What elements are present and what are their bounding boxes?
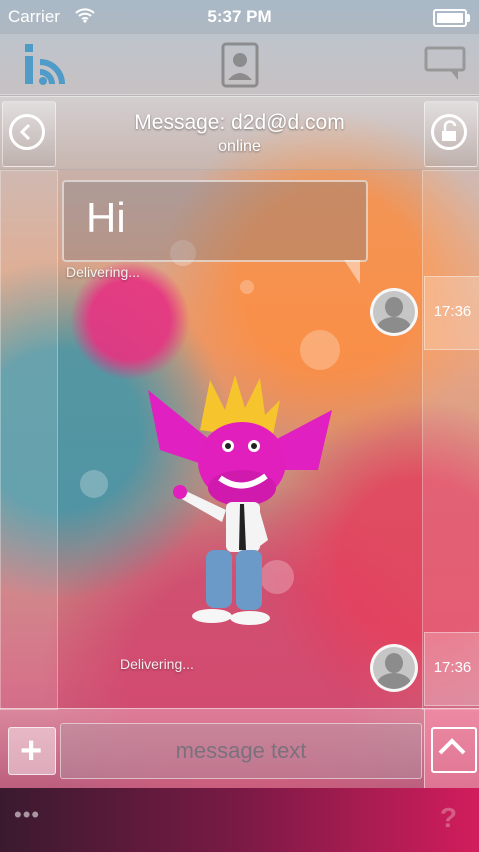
right-side-panel (422, 170, 479, 710)
help-button[interactable]: ? (440, 802, 457, 834)
contact-status: online (218, 138, 261, 155)
pink-creature-sticker[interactable] (140, 370, 340, 630)
chat-header: Message: d2d@d.com online (0, 96, 479, 170)
message-time-box: 17:36 (424, 632, 479, 706)
sender-avatar (370, 644, 418, 692)
plus-icon: + (20, 730, 43, 772)
bokeh (300, 330, 340, 370)
bokeh (80, 470, 108, 498)
delivery-status: Delivering... (66, 264, 140, 280)
sender-avatar (370, 288, 418, 336)
bokeh (240, 280, 254, 294)
top-navigation-bar (0, 34, 479, 95)
send-button[interactable] (424, 709, 479, 789)
message-time: 17:36 (433, 303, 472, 320)
bottom-toolbar: ••• ? (0, 788, 479, 852)
message-text: Hi (86, 194, 126, 241)
battery-icon (433, 9, 470, 27)
message-time-box: 17:36 (424, 276, 479, 350)
send-up-arrow-icon (431, 727, 477, 773)
message-bubble[interactable]: Hi (62, 180, 368, 284)
attach-button[interactable]: + (8, 727, 56, 775)
composer-bar: + message text (0, 708, 479, 789)
status-bar: Carrier 5:37 PM (0, 0, 479, 34)
message-time: 17:36 (433, 659, 472, 676)
bubble-tail (344, 260, 360, 284)
delivery-status: Delivering... (120, 656, 194, 672)
chat-title: Message: d2d@d.com (134, 111, 345, 134)
message-input[interactable]: message text (60, 723, 422, 779)
more-options-button[interactable]: ••• (14, 802, 40, 828)
contacts-icon[interactable] (215, 40, 265, 90)
chat-dropdown-icon[interactable] (420, 40, 470, 90)
unlock-icon (431, 114, 467, 150)
info-rss-icon[interactable] (22, 40, 72, 90)
left-side-panel (0, 170, 58, 710)
lock-button[interactable] (424, 101, 478, 167)
clock: 5:37 PM (207, 7, 272, 26)
